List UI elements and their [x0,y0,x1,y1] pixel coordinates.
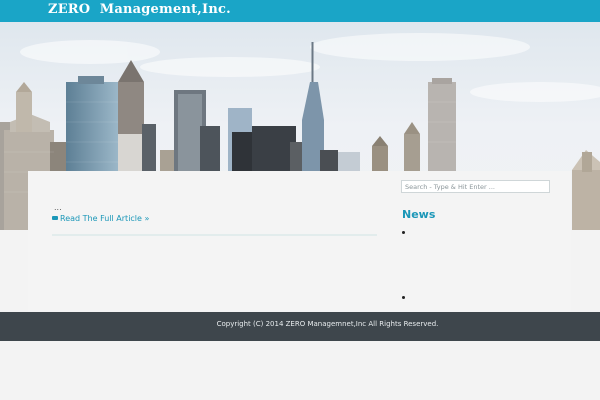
folder-icon [52,215,58,220]
footer: Copyright (C) 2014 ZERO Managemnet,Inc A… [0,312,600,341]
read-more-label: Read The Full Article » [60,214,150,223]
sidebar: News [401,171,551,311]
read-more-link[interactable]: Read The Full Article » [52,214,149,223]
copyright-text: Copyright (C) 2014 ZERO Managemnet,Inc A… [216,320,439,328]
search-input[interactable] [401,180,550,193]
news-widget-title: News [402,208,436,221]
site-title[interactable]: ZERO Management,Inc. [48,2,231,17]
news-list-item[interactable] [402,296,405,299]
news-list-item[interactable] [402,231,405,234]
post-excerpt-area: ... Read The Full Article » [52,171,377,241]
post-excerpt: ... [54,203,62,212]
top-bar: ZERO Management,Inc. [0,0,600,22]
post-divider [52,234,377,236]
